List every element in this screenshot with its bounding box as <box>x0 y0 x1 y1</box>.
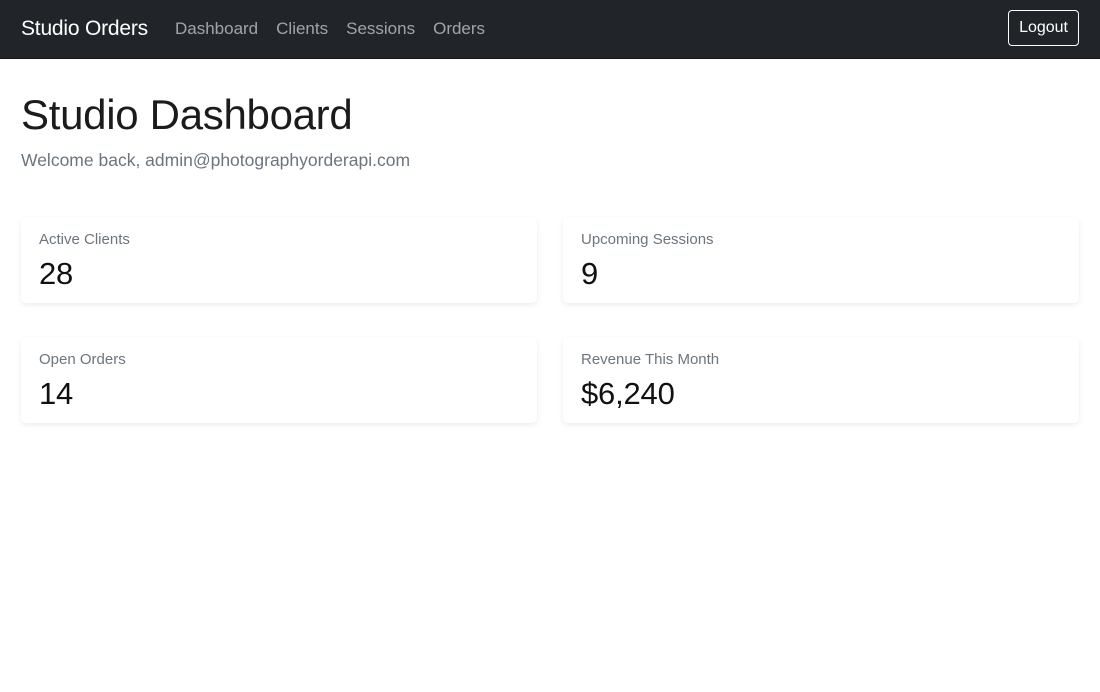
stat-value: 28 <box>39 256 74 292</box>
stat-card-active-clients: Active Clients 28 <box>21 217 537 304</box>
stat-label: Revenue This Month <box>581 351 720 369</box>
nav-links: Dashboard Clients Sessions Orders <box>175 19 503 39</box>
nav-link-dashboard[interactable]: Dashboard <box>175 19 258 39</box>
top-navbar: Studio Orders Dashboard Clients Sessions… <box>0 0 1100 59</box>
stat-label: Upcoming Sessions <box>581 231 714 249</box>
stat-value: $6,240 <box>581 376 675 412</box>
logout-button[interactable]: Logout <box>1008 10 1079 46</box>
brand-logo[interactable]: Studio Orders <box>21 17 148 41</box>
stat-label: Active Clients <box>39 231 130 249</box>
main-content: Studio Dashboard Welcome back, admin@pho… <box>0 91 1100 424</box>
stat-value: 14 <box>39 376 74 412</box>
nav-link-sessions[interactable]: Sessions <box>346 19 415 39</box>
nav-link-clients[interactable]: Clients <box>276 19 328 39</box>
page-title: Studio Dashboard <box>21 91 353 138</box>
nav-link-orders[interactable]: Orders <box>433 19 485 39</box>
stats-grid: Active Clients 28 Upcoming Sessions 9 Op… <box>21 217 1079 424</box>
stat-card-upcoming-sessions: Upcoming Sessions 9 <box>563 217 1079 304</box>
stat-label: Open Orders <box>39 351 126 369</box>
stat-card-revenue-this-month: Revenue This Month $6,240 <box>563 337 1079 424</box>
stat-value: 9 <box>581 256 599 292</box>
stat-card-open-orders: Open Orders 14 <box>21 337 537 424</box>
welcome-message: Welcome back, admin@photographyorderapi.… <box>21 150 411 171</box>
